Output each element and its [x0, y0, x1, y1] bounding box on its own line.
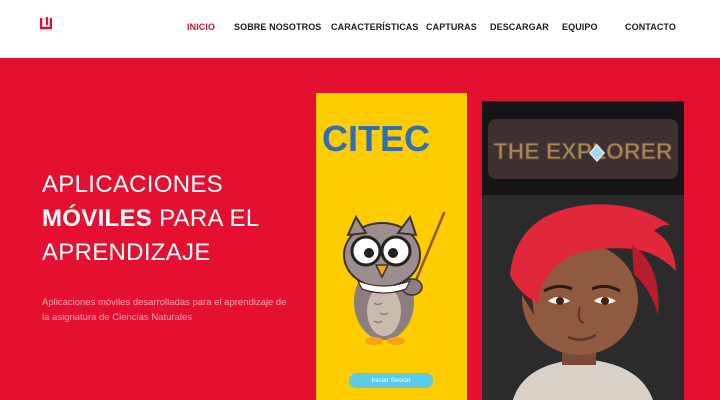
- brand-logo-icon[interactable]: [40, 17, 52, 30]
- explorer-logo-text: THE EXPLORER: [494, 138, 673, 164]
- nav-capturas[interactable]: CAPTURAS: [426, 22, 477, 32]
- explorer-banner: THE EXPLORER: [482, 101, 684, 195]
- hero-title-bold: MÓVILES: [42, 205, 153, 232]
- hero-title-line1: APLICACIONES: [42, 171, 223, 198]
- hero-title: APLICACIONES MÓVILES PARA EL APRENDIZAJE: [42, 168, 292, 270]
- hero-subtitle: Aplicaciones móviles desarrolladas para …: [42, 297, 287, 323]
- citec-logo: CITEC: [322, 119, 430, 159]
- hero-title-rest: PARA EL: [152, 205, 260, 232]
- nav-sobre-nosotros[interactable]: SOBRE NOSOTROS: [234, 22, 321, 32]
- nav-contacto[interactable]: CONTACTO: [625, 22, 676, 32]
- explorer-logo-image: THE EXPLORER: [488, 119, 678, 179]
- hero-title-line3: APRENDIZAJE: [42, 239, 211, 266]
- app-screenshot-citec: CITEC Iniciar Sesión: [316, 93, 467, 400]
- explorer-character-image: [510, 204, 676, 400]
- nav-equipo[interactable]: EQUIPO: [562, 22, 598, 32]
- hero-section: APLICACIONES MÓVILES PARA EL APRENDIZAJE A…: [0, 58, 720, 400]
- nav-caracteristicas[interactable]: CARACTERÍSTICAS: [331, 22, 419, 32]
- login-button[interactable]: Iniciar Sesión: [349, 373, 433, 388]
- citec-logo-text: CITEC: [322, 119, 430, 159]
- nav-descargar[interactable]: DESCARGAR: [490, 22, 549, 32]
- explorer-character-scene: [482, 195, 684, 400]
- app-screenshot-explorer: THE EXPLORER: [482, 101, 684, 400]
- owl-mascot-image: [343, 211, 446, 345]
- top-navbar: INICIO SOBRE NOSOTROS CARACTERÍSTICAS CA…: [0, 0, 720, 58]
- nav-inicio[interactable]: INICIO: [187, 22, 215, 32]
